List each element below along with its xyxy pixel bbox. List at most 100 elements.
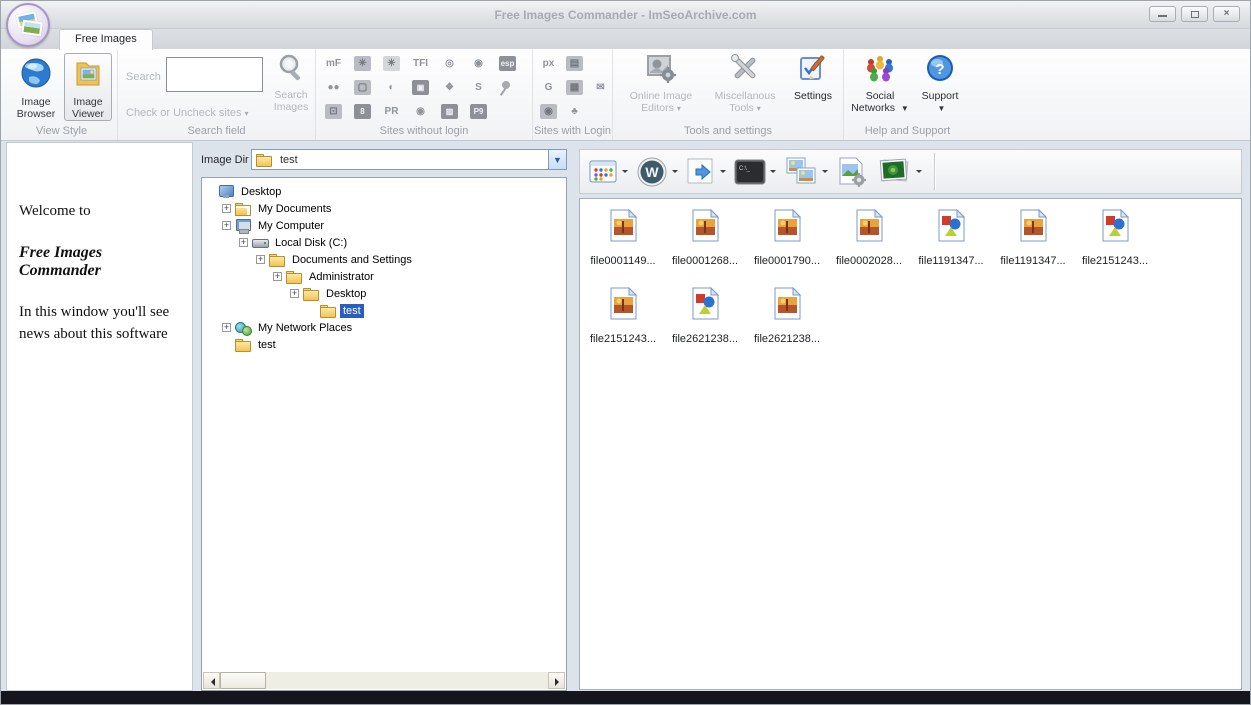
site-icon[interactable]: ✉ <box>592 80 609 95</box>
file-item[interactable]: file2151243... <box>1078 209 1152 283</box>
site-icon[interactable]: ⊡ <box>325 104 342 119</box>
site-icon[interactable]: ●● <box>325 80 342 95</box>
view-style-icon <box>588 158 618 186</box>
search-input[interactable] <box>166 57 263 92</box>
site-icon[interactable]: ◉ <box>470 56 487 71</box>
settings-button[interactable]: Settings <box>787 53 839 102</box>
tree-item[interactable]: Local Disk (C:) <box>202 234 566 251</box>
site-icon[interactable]: P9 <box>470 104 487 119</box>
site-icon[interactable] <box>499 104 516 119</box>
tree-item[interactable]: Administrator <box>202 268 566 285</box>
ribbon-group-help: Social Networks ▼ ? Support▼ Help and Su… <box>844 49 971 140</box>
site-icon[interactable]: ▣ <box>412 80 429 95</box>
minimize-button[interactable] <box>1149 6 1176 22</box>
view-style-toolbar-button[interactable] <box>586 156 630 188</box>
image-file-icon <box>750 209 824 251</box>
site-icon[interactable]: px <box>540 56 557 71</box>
folder-tree[interactable]: Desktop My Documents My Computer Local D… <box>201 177 567 691</box>
directory-column: Image Dir test ▼ Desktop My Documents My… <box>197 141 571 693</box>
export-toolbar-button[interactable] <box>684 155 728 189</box>
image-settings-toolbar-button[interactable] <box>834 154 870 190</box>
file-item[interactable]: file0002028... <box>832 209 906 283</box>
site-icon[interactable] <box>499 80 516 95</box>
miscellanous-tools-button[interactable]: Miscellanous Tools▾ <box>705 53 785 115</box>
files-grid[interactable]: file0001149... file0001268... file000179… <box>579 198 1242 690</box>
tree-item[interactable]: My Network Places <box>202 319 566 336</box>
tree-item[interactable]: My Documents <box>202 200 566 217</box>
photo-stack-toolbar-button[interactable] <box>874 154 924 190</box>
image-file-icon <box>668 287 742 329</box>
file-item[interactable]: file2151243... <box>586 287 660 361</box>
wordpress-toolbar-button[interactable]: W <box>634 154 680 190</box>
site-icon[interactable] <box>592 104 609 119</box>
file-item[interactable]: file1191347... <box>996 209 1070 283</box>
file-item[interactable]: file0001149... <box>586 209 660 283</box>
tree-item[interactable]: test <box>202 336 566 353</box>
search-images-button[interactable]: Search Images <box>268 53 314 113</box>
tree-expander-icon[interactable] <box>290 289 299 298</box>
site-icon[interactable]: ❖ <box>441 80 458 95</box>
tree-expander-icon[interactable] <box>273 272 282 281</box>
site-icon[interactable]: ◉ <box>412 104 429 119</box>
tree-expander-icon[interactable] <box>239 238 248 247</box>
site-icon[interactable]: 8 <box>354 104 371 119</box>
tree-item[interactable]: Desktop <box>202 183 566 200</box>
site-icon[interactable]: mF <box>325 56 342 71</box>
site-icon[interactable]: TFI <box>412 56 429 71</box>
site-icon[interactable]: ▢ <box>354 80 371 95</box>
check-sites-dropdown[interactable]: Check or Uncheck sites▾ <box>126 107 249 119</box>
site-icon[interactable]: G <box>540 80 557 95</box>
scroll-left-button[interactable] <box>203 672 220 689</box>
site-icon[interactable]: ▨ <box>441 104 458 119</box>
site-icon[interactable] <box>592 56 609 71</box>
group-label-sites-without-login: Sites without login <box>316 125 532 137</box>
scrollbar-track[interactable] <box>266 672 548 689</box>
tree-item[interactable]: test <box>202 302 566 319</box>
image-viewer-button[interactable]: Image Viewer <box>64 53 112 121</box>
maximize-icon <box>1191 11 1199 18</box>
tree-expander-icon[interactable] <box>222 204 231 213</box>
site-icon[interactable]: ✳ <box>383 56 400 71</box>
site-icon[interactable]: ♣ <box>566 104 583 119</box>
file-item[interactable]: file1191347... <box>914 209 988 283</box>
image-browser-button[interactable]: Image Browser <box>10 53 62 121</box>
file-item[interactable]: file0001790... <box>750 209 824 283</box>
file-item[interactable]: file2621238... <box>750 287 824 361</box>
tab-free-images[interactable]: Free Images <box>59 29 153 50</box>
site-icon[interactable]: esp <box>499 56 516 71</box>
site-icon[interactable]: ◐ <box>383 80 400 95</box>
image-dir-combobox[interactable]: test ▼ <box>251 149 567 170</box>
file-item[interactable]: file2621238... <box>668 287 742 361</box>
site-icon[interactable]: S <box>470 80 487 95</box>
terminal-toolbar-button[interactable]: C:\_ <box>732 157 778 187</box>
close-button[interactable]: × <box>1213 6 1240 22</box>
tree-expander-icon[interactable] <box>222 323 231 332</box>
tree-item[interactable]: Documents and Settings <box>202 251 566 268</box>
tree-item[interactable]: My Computer <box>202 217 566 234</box>
site-icon[interactable]: ◎ <box>441 56 458 71</box>
social-networks-label: Social Networks ▼ <box>848 90 912 115</box>
tree-expander-icon[interactable] <box>256 255 265 264</box>
social-networks-button[interactable]: Social Networks ▼ <box>848 53 912 115</box>
maximize-button[interactable] <box>1181 6 1208 22</box>
file-item[interactable]: file0001268... <box>668 209 742 283</box>
scroll-right-button[interactable] <box>548 672 565 689</box>
online-image-editors-button[interactable]: Online Image Editors▾ <box>619 53 703 115</box>
site-icon[interactable]: ▦ <box>566 80 583 95</box>
image-dir-value: test <box>280 154 298 166</box>
tree-item[interactable]: Desktop <box>202 285 566 302</box>
site-icon[interactable]: ▤ <box>566 56 583 71</box>
mydocs-icon <box>235 202 252 216</box>
file-name-label: file2151243... <box>1078 255 1152 267</box>
combobox-dropdown-button[interactable]: ▼ <box>548 150 566 169</box>
tree-expander-icon[interactable] <box>222 221 231 230</box>
support-button[interactable]: ? Support▼ <box>914 53 966 115</box>
app-menu-orb[interactable] <box>6 3 50 47</box>
site-icon[interactable]: ◉ <box>540 104 557 119</box>
image-pair-toolbar-button[interactable] <box>782 154 830 190</box>
site-icon[interactable]: ✳ <box>354 56 371 71</box>
site-icon[interactable]: PR <box>383 104 400 119</box>
image-viewer-label: Image Viewer <box>65 96 111 120</box>
horizontal-scrollbar[interactable] <box>203 672 565 689</box>
scrollbar-thumb[interactable] <box>220 672 266 689</box>
